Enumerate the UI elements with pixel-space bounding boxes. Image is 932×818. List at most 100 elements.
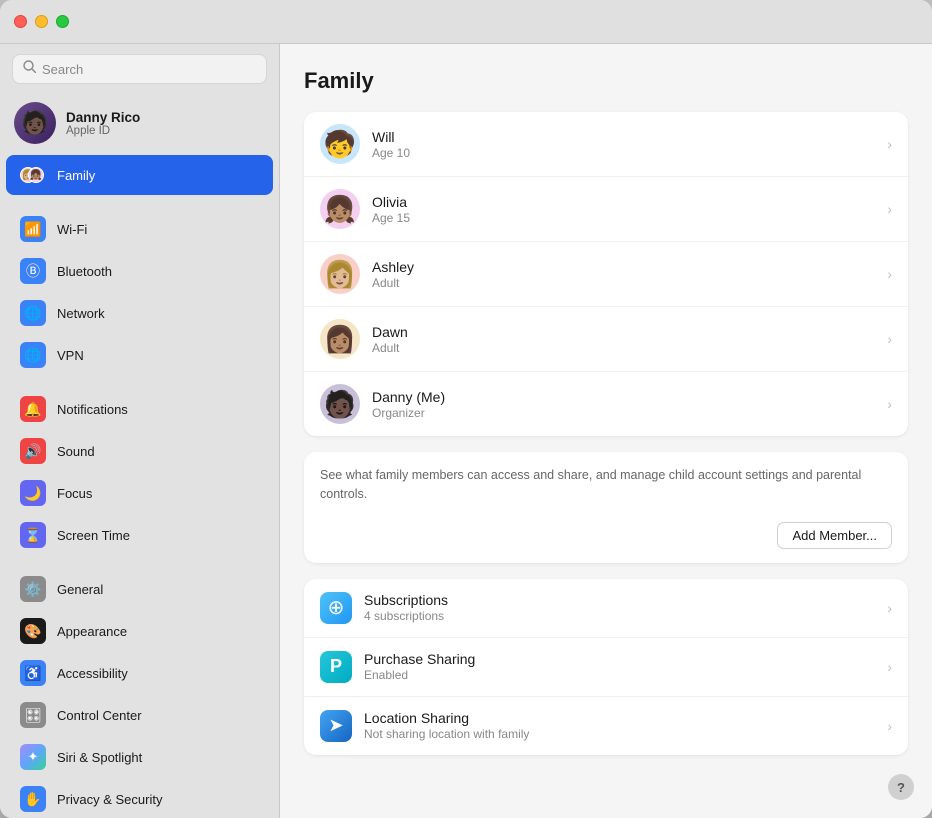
member-name-danny: Danny (Me) bbox=[372, 389, 887, 405]
add-member-button[interactable]: Add Member... bbox=[777, 522, 892, 549]
page-title: Family bbox=[304, 68, 908, 94]
member-info-danny: Danny (Me) Organizer bbox=[372, 389, 887, 420]
sidebar-item-wifi[interactable]: 📶 Wi-Fi bbox=[6, 209, 273, 249]
help-button[interactable]: ? bbox=[888, 774, 914, 800]
user-profile[interactable]: 🧑🏿 Danny Rico Apple ID bbox=[0, 94, 279, 154]
sound-icon: 🔊 bbox=[20, 438, 46, 464]
service-name-purchase: Purchase Sharing bbox=[364, 651, 887, 667]
sidebar-item-network[interactable]: 🌐 Network bbox=[6, 293, 273, 333]
chevron-purchase: › bbox=[887, 659, 892, 675]
sidebar-item-notifications[interactable]: 🔔 Notifications bbox=[6, 389, 273, 429]
services-card: ⊕ Subscriptions 4 subscriptions › P Purc… bbox=[304, 579, 908, 755]
sidebar-item-label-notifications: Notifications bbox=[57, 402, 128, 417]
service-detail-subscriptions: 4 subscriptions bbox=[364, 609, 887, 623]
service-detail-location: Not sharing location with family bbox=[364, 727, 887, 741]
service-info-location: Location Sharing Not sharing location wi… bbox=[364, 710, 887, 741]
sidebar-item-label-vpn: VPN bbox=[57, 348, 84, 363]
service-info-subscriptions: Subscriptions 4 subscriptions bbox=[364, 592, 887, 623]
user-name: Danny Rico bbox=[66, 110, 140, 125]
minimize-button[interactable] bbox=[35, 15, 48, 28]
sidebar-item-siri-spotlight[interactable]: ✦ Siri & Spotlight bbox=[6, 737, 273, 777]
purchase-icon: P bbox=[320, 651, 352, 683]
sidebar-item-label-network: Network bbox=[57, 306, 105, 321]
service-row-location[interactable]: ➤ Location Sharing Not sharing location … bbox=[304, 697, 908, 755]
sidebar-item-focus[interactable]: 🌙 Focus bbox=[6, 473, 273, 513]
chevron-danny: › bbox=[887, 396, 892, 412]
network-icon: 🌐 bbox=[20, 300, 46, 326]
info-text: See what family members can access and s… bbox=[304, 452, 908, 514]
member-avatar-olivia: 👧🏽 bbox=[320, 189, 360, 229]
user-info: Danny Rico Apple ID bbox=[66, 110, 140, 137]
member-avatar-danny: 🧑🏿 bbox=[320, 384, 360, 424]
subscriptions-icon: ⊕ bbox=[320, 592, 352, 624]
member-info-dawn: Dawn Adult bbox=[372, 324, 887, 355]
service-info-purchase: Purchase Sharing Enabled bbox=[364, 651, 887, 682]
info-card: See what family members can access and s… bbox=[304, 452, 908, 563]
service-row-subscriptions[interactable]: ⊕ Subscriptions 4 subscriptions › bbox=[304, 579, 908, 638]
close-button[interactable] bbox=[14, 15, 27, 28]
main-content: Family 🧒 Will Age 10 › 👧� bbox=[280, 44, 932, 818]
sidebar-item-appearance[interactable]: 🎨 Appearance bbox=[6, 611, 273, 651]
screen-time-icon: ⌛ bbox=[20, 522, 46, 548]
member-row-olivia[interactable]: 👧🏽 Olivia Age 15 › bbox=[304, 177, 908, 242]
search-icon bbox=[23, 60, 36, 78]
sidebar-item-label-privacy: Privacy & Security bbox=[57, 792, 162, 807]
sidebar-item-sound[interactable]: 🔊 Sound bbox=[6, 431, 273, 471]
sidebar-item-label-screen-time: Screen Time bbox=[57, 528, 130, 543]
maximize-button[interactable] bbox=[56, 15, 69, 28]
member-detail-danny: Organizer bbox=[372, 406, 887, 420]
content-area: Search 🧑🏿 Danny Rico Apple ID 👩🏼 bbox=[0, 44, 932, 818]
siri-icon: ✦ bbox=[20, 744, 46, 770]
member-detail-will: Age 10 bbox=[372, 146, 887, 160]
member-avatar-will: 🧒 bbox=[320, 124, 360, 164]
chevron-ashley: › bbox=[887, 266, 892, 282]
member-name-dawn: Dawn bbox=[372, 324, 887, 340]
chevron-olivia: › bbox=[887, 201, 892, 217]
notifications-icon: 🔔 bbox=[20, 396, 46, 422]
family-icon: 👩🏼 👧🏽 bbox=[20, 162, 46, 188]
add-member-row: Add Member... bbox=[304, 514, 908, 563]
member-row-ashley[interactable]: 👩🏼 Ashley Adult › bbox=[304, 242, 908, 307]
sidebar-item-general[interactable]: ⚙️ General bbox=[6, 569, 273, 609]
member-row-will[interactable]: 🧒 Will Age 10 › bbox=[304, 112, 908, 177]
location-icon: ➤ bbox=[320, 710, 352, 742]
sidebar-item-accessibility[interactable]: ♿ Accessibility bbox=[6, 653, 273, 693]
members-card: 🧒 Will Age 10 › 👧🏽 Olivia Age 15 bbox=[304, 112, 908, 436]
wifi-icon: 📶 bbox=[20, 216, 46, 242]
member-row-dawn[interactable]: 👩🏽 Dawn Adult › bbox=[304, 307, 908, 372]
sidebar: Search 🧑🏿 Danny Rico Apple ID 👩🏼 bbox=[0, 44, 280, 818]
member-avatar-dawn: 👩🏽 bbox=[320, 319, 360, 359]
member-info-ashley: Ashley Adult bbox=[372, 259, 887, 290]
user-subtitle: Apple ID bbox=[66, 125, 140, 137]
chevron-location: › bbox=[887, 718, 892, 734]
service-row-purchase[interactable]: P Purchase Sharing Enabled › bbox=[304, 638, 908, 697]
sidebar-item-screen-time[interactable]: ⌛ Screen Time bbox=[6, 515, 273, 555]
member-detail-ashley: Adult bbox=[372, 276, 887, 290]
user-avatar: 🧑🏿 bbox=[14, 102, 56, 144]
sidebar-item-vpn[interactable]: 🌐 VPN bbox=[6, 335, 273, 375]
member-row-danny[interactable]: 🧑🏿 Danny (Me) Organizer › bbox=[304, 372, 908, 436]
chevron-dawn: › bbox=[887, 331, 892, 347]
search-bar[interactable]: Search bbox=[12, 54, 267, 84]
member-detail-olivia: Age 15 bbox=[372, 211, 887, 225]
member-detail-dawn: Adult bbox=[372, 341, 887, 355]
sidebar-item-label-family: Family bbox=[57, 168, 95, 183]
service-detail-purchase: Enabled bbox=[364, 668, 887, 682]
search-placeholder: Search bbox=[42, 62, 83, 77]
member-info-will: Will Age 10 bbox=[372, 129, 887, 160]
member-info-olivia: Olivia Age 15 bbox=[372, 194, 887, 225]
appearance-icon: 🎨 bbox=[20, 618, 46, 644]
sidebar-item-privacy-security[interactable]: ✋ Privacy & Security bbox=[6, 779, 273, 818]
search-container: Search bbox=[0, 44, 279, 94]
sidebar-item-label-appearance: Appearance bbox=[57, 624, 127, 639]
titlebar bbox=[0, 0, 932, 44]
sidebar-item-bluetooth[interactable]: Ⓑ Bluetooth bbox=[6, 251, 273, 291]
vpn-icon: 🌐 bbox=[20, 342, 46, 368]
sidebar-item-label-general: General bbox=[57, 582, 103, 597]
control-center-icon: 🎛 bbox=[20, 702, 46, 728]
member-name-olivia: Olivia bbox=[372, 194, 887, 210]
sidebar-item-label-control-center: Control Center bbox=[57, 708, 142, 723]
app-window: Search 🧑🏿 Danny Rico Apple ID 👩🏼 bbox=[0, 0, 932, 818]
sidebar-item-family[interactable]: 👩🏼 👧🏽 Family bbox=[6, 155, 273, 195]
sidebar-item-control-center[interactable]: 🎛 Control Center bbox=[6, 695, 273, 735]
